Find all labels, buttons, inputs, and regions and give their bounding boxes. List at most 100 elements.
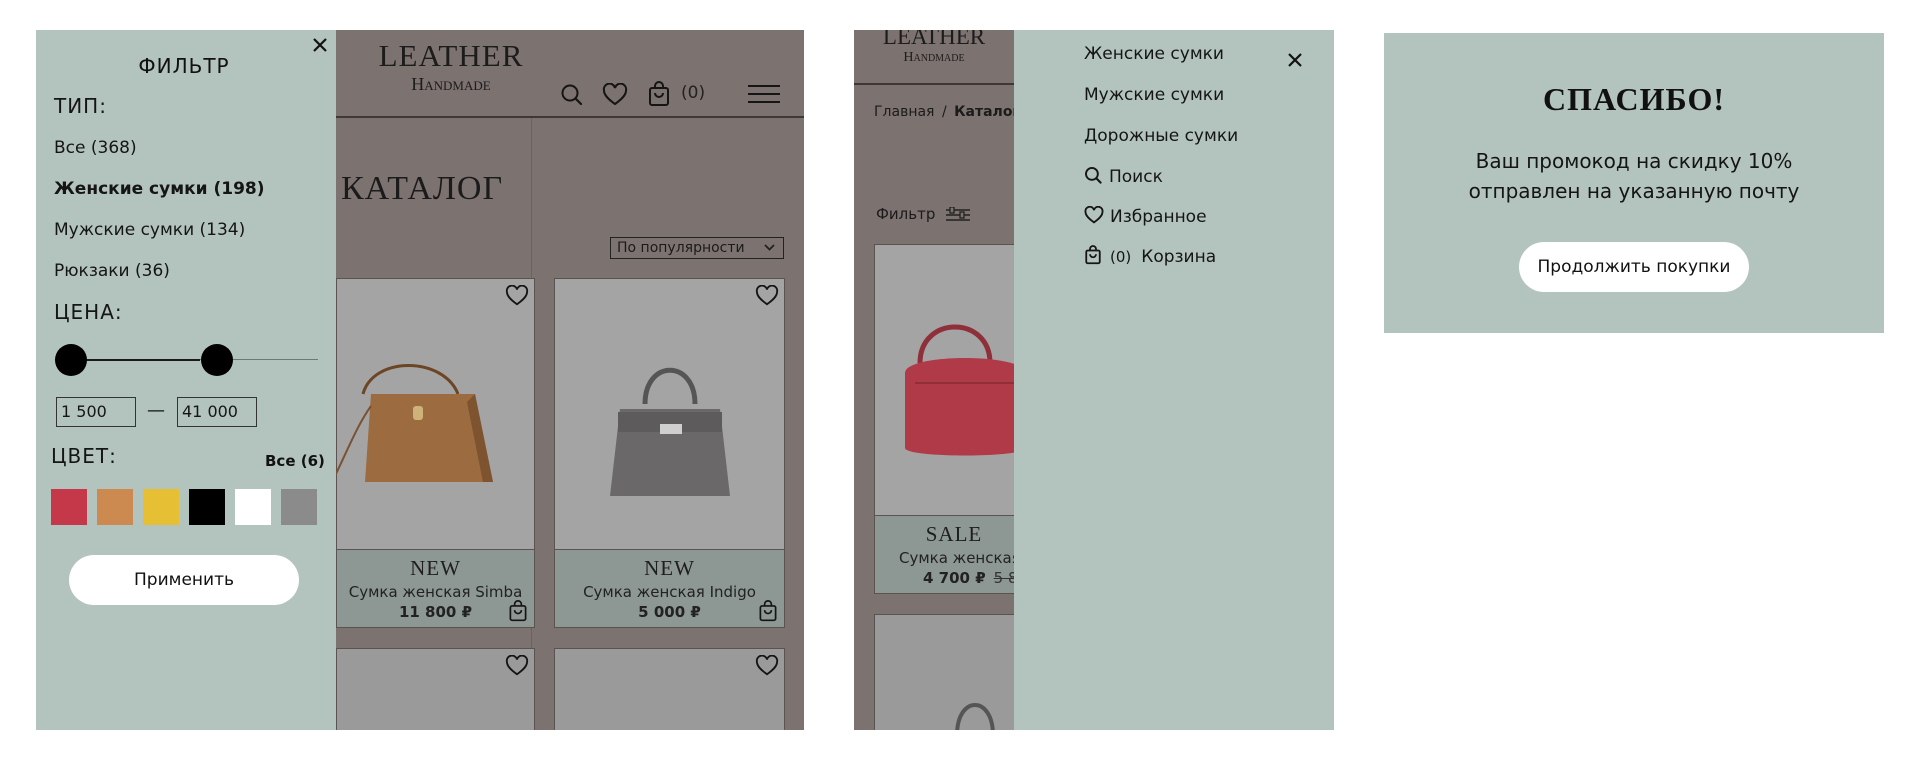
side-menu: Женские сумки Мужские сумки Дорожные сум… <box>1014 30 1334 730</box>
menu-item-search[interactable]: Поиск <box>1084 166 1163 187</box>
menu-item-women-bags[interactable]: Женские сумки <box>1084 44 1224 64</box>
bag-image <box>955 703 995 730</box>
type-option-women[interactable]: Женские сумки (198) <box>54 179 265 199</box>
favorite-heart-icon[interactable] <box>505 655 529 677</box>
catalog-filter-screen: LEATHER Handmade (0) КАТАЛОГ По популярн… <box>36 30 804 730</box>
cart-count: (0) <box>1110 248 1132 266</box>
product-badge: NEW <box>644 556 695 580</box>
search-icon <box>1085 167 1102 184</box>
price-slider[interactable] <box>55 344 318 376</box>
color-swatch-red[interactable] <box>51 489 87 525</box>
header-divider <box>854 83 1014 85</box>
brand-logo[interactable]: LEATHER Handmade <box>874 30 994 66</box>
search-icon[interactable] <box>560 83 584 107</box>
heart-icon <box>1084 205 1104 224</box>
product-badge: SALE <box>925 522 983 546</box>
sort-selected-value: По популярности <box>617 240 745 256</box>
type-option-all[interactable]: Все (368) <box>54 138 137 158</box>
filter-toggle[interactable]: Фильтр <box>876 204 971 223</box>
brand-line2: Handmade <box>411 74 491 94</box>
color-swatch-gray[interactable] <box>281 489 317 525</box>
catalog-menu-screen: LEATHER Handmade Главная / Каталог Фильт… <box>854 30 1334 730</box>
favorite-heart-icon[interactable] <box>505 285 529 307</box>
price-separator: — <box>147 400 165 421</box>
product-card[interactable]: NEW Сумка женская Simba 11 800 ₽ <box>334 278 535 628</box>
bag-image <box>334 364 493 482</box>
price-min-input[interactable]: 1 500 <box>56 397 136 427</box>
cart-icon[interactable] <box>647 81 671 107</box>
page-title: КАТАЛОГ <box>341 170 504 207</box>
product-name[interactable]: Сумка женская <box>875 549 1033 567</box>
close-icon[interactable] <box>1288 53 1302 67</box>
thanks-message-line1: Ваш промокод на скидку 10% <box>1475 149 1793 173</box>
product-card[interactable] <box>874 614 1034 730</box>
sort-select[interactable]: По популярности <box>610 237 784 259</box>
bag-image <box>905 324 1025 456</box>
product-image[interactable] <box>555 279 784 549</box>
favorites-label: Избранное <box>1110 207 1207 227</box>
product-price: 11 800 ₽ <box>398 603 473 621</box>
favorite-heart-icon[interactable] <box>755 285 779 307</box>
slider-range <box>70 359 200 361</box>
search-label: Поиск <box>1109 167 1163 187</box>
product-image[interactable] <box>875 245 1033 515</box>
thanks-message: Ваш промокод на скидку 10% отправлен на … <box>1384 146 1884 206</box>
color-swatch-yellow[interactable] <box>143 489 179 525</box>
product-badge: NEW <box>410 556 461 580</box>
color-all-link[interactable]: Все (6) <box>265 452 325 470</box>
product-card[interactable]: NEW Сумка женская Indigo 5 000 ₽ <box>554 278 785 628</box>
product-info: SALE Сумка женская 4 700 ₽5 8 <box>875 515 1033 593</box>
product-name[interactable]: Сумка женская Indigo <box>555 583 784 601</box>
color-heading: ЦВЕТ: <box>51 444 117 468</box>
filter-label: Фильтр <box>876 205 936 223</box>
menu-item-cart[interactable]: (0) Корзина <box>1084 245 1216 267</box>
filter-title: ФИЛЬТР <box>138 54 230 78</box>
thank-you-dialog: СПАСИБО! Ваш промокод на скидку 10% отпр… <box>1384 33 1884 333</box>
thanks-message-line2: отправлен на указанную почту <box>1468 179 1800 203</box>
type-option-backpacks[interactable]: Рюкзаки (36) <box>54 261 170 281</box>
add-to-cart-icon[interactable] <box>757 600 779 622</box>
add-to-cart-icon[interactable] <box>507 600 529 622</box>
product-card[interactable] <box>554 648 785 730</box>
slider-handle-max[interactable] <box>201 344 233 376</box>
header-divider <box>336 116 804 118</box>
bag-image <box>610 367 730 496</box>
filter-panel: ФИЛЬТР ТИП: Все (368) Женские сумки (198… <box>36 30 336 730</box>
product-price-line: 4 700 ₽5 8 <box>875 569 1033 587</box>
product-info: NEW Сумка женская Indigo 5 000 ₽ <box>555 549 784 627</box>
close-icon[interactable] <box>313 38 327 52</box>
brand-logo[interactable]: LEATHER Handmade <box>351 38 551 95</box>
breadcrumb-separator: / <box>941 104 947 120</box>
breadcrumb-home[interactable]: Главная <box>874 104 934 120</box>
slider-handle-min[interactable] <box>55 344 87 376</box>
brand-line1: LEATHER <box>378 38 524 73</box>
menu-item-men-bags[interactable]: Мужские сумки <box>1084 85 1224 105</box>
color-swatch-black[interactable] <box>189 489 225 525</box>
favorite-heart-icon[interactable] <box>755 655 779 677</box>
favorites-heart-icon[interactable] <box>602 83 628 107</box>
product-image[interactable] <box>334 279 534 549</box>
type-option-men[interactable]: Мужские сумки (134) <box>54 220 245 240</box>
breadcrumb-current: Каталог <box>954 104 1020 120</box>
product-info: NEW Сумка женская Simba 11 800 ₽ <box>337 549 534 627</box>
price-max-input[interactable]: 41 000 <box>177 397 257 427</box>
product-price: 5 000 ₽ <box>638 603 701 621</box>
product-card[interactable]: SALE Сумка женская 4 700 ₽5 8 <box>874 244 1034 594</box>
cart-count: (0) <box>681 83 706 103</box>
price-heading: ЦЕНА: <box>54 300 123 324</box>
menu-item-favorites[interactable]: Избранное <box>1084 205 1207 227</box>
continue-shopping-button[interactable]: Продолжить покупки <box>1519 242 1749 292</box>
color-swatch-white[interactable] <box>235 489 271 525</box>
product-price: 4 700 ₽ <box>923 569 986 587</box>
product-card[interactable] <box>336 648 535 730</box>
color-swatch-tan[interactable] <box>97 489 133 525</box>
product-name[interactable]: Сумка женская Simba <box>337 583 534 601</box>
hamburger-menu-icon[interactable] <box>748 85 780 103</box>
cart-label: Корзина <box>1141 247 1217 267</box>
brand-line2: Handmade <box>903 50 965 65</box>
menu-item-travel-bags[interactable]: Дорожные сумки <box>1084 126 1238 146</box>
thanks-title: СПАСИБО! <box>1543 81 1725 117</box>
filter-sliders-icon <box>946 205 971 221</box>
cart-icon <box>1085 245 1101 265</box>
apply-button[interactable]: Применить <box>69 555 299 605</box>
